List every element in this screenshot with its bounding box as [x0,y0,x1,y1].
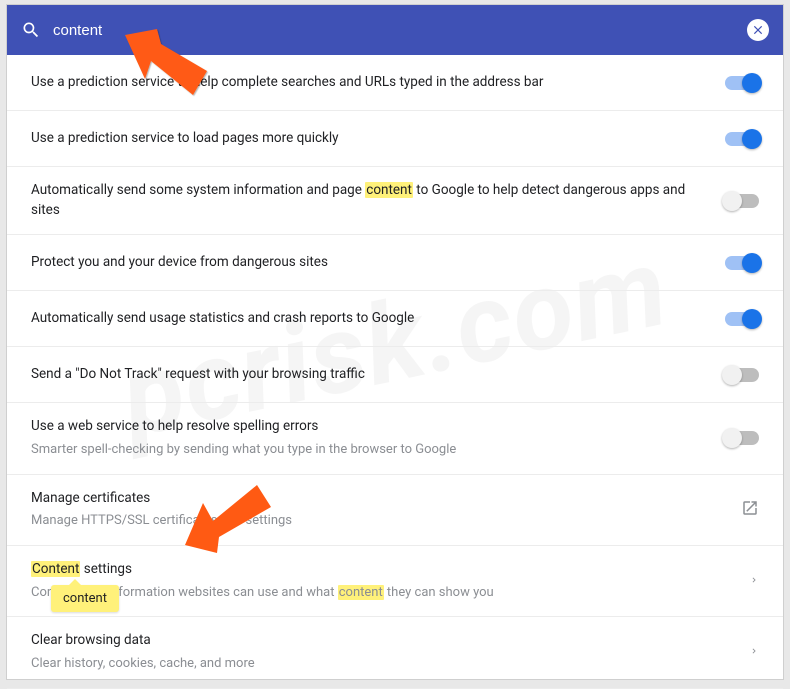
setting-subtitle: Clear history, cookies, cache, and more [31,655,733,674]
setting-row-clear-browsing-data[interactable]: Clear browsing data Clear history, cookie… [7,617,783,688]
toggle-prediction-urls[interactable] [725,76,759,90]
toggle-protect-device[interactable] [725,256,759,270]
setting-subtitle: Smarter spell-checking by sending what y… [31,441,709,460]
setting-row-send-system-info: Automatically send some system informati… [7,167,783,235]
search-hover-tooltip: content [51,585,119,612]
settings-list: Use a prediction service to help complet… [7,55,783,689]
search-icon [21,20,41,40]
setting-title: Clear browsing data [31,631,733,651]
setting-subtitle: Control what information websites can us… [31,584,733,603]
setting-title: Use a prediction service to help complet… [31,73,709,93]
setting-row-prediction-pages: Use a prediction service to load pages m… [7,111,783,167]
setting-row-manage-certificates[interactable]: Manage certificates Manage HTTPS/SSL cert… [7,475,783,546]
toggle-prediction-pages[interactable] [725,132,759,146]
setting-subtitle: Manage HTTPS/SSL certificates and settin… [31,512,725,531]
search-input[interactable] [53,5,735,55]
setting-row-content-settings[interactable]: Content settings Control what information… [7,546,783,617]
setting-row-protect-device: Protect you and your device from dangero… [7,235,783,291]
setting-title: Automatically send usage statistics and … [31,309,709,329]
setting-row-do-not-track: Send a "Do Not Track" request with your … [7,347,783,403]
toggle-spell-web-service[interactable] [725,431,759,445]
toggle-usage-stats[interactable] [725,312,759,326]
chevron-right-icon [749,643,759,662]
setting-title: Automatically send some system informati… [31,181,709,220]
setting-title: Content settings [31,560,733,580]
open-external-icon [741,499,759,521]
chevron-right-icon [749,572,759,591]
toggle-send-system-info[interactable] [725,194,759,208]
clear-search-button[interactable] [747,19,769,41]
setting-row-prediction-urls: Use a prediction service to help complet… [7,55,783,111]
setting-title: Protect you and your device from dangero… [31,253,709,273]
setting-title: Manage certificates [31,489,725,509]
setting-title: Use a web service to help resolve spelli… [31,417,709,437]
toggle-do-not-track[interactable] [725,368,759,382]
setting-title: Use a prediction service to load pages m… [31,129,709,149]
setting-row-usage-stats: Automatically send usage statistics and … [7,291,783,347]
setting-title: Send a "Do Not Track" request with your … [31,365,709,385]
setting-row-spell-web-service: Use a web service to help resolve spelli… [7,403,783,474]
search-bar [7,5,783,55]
